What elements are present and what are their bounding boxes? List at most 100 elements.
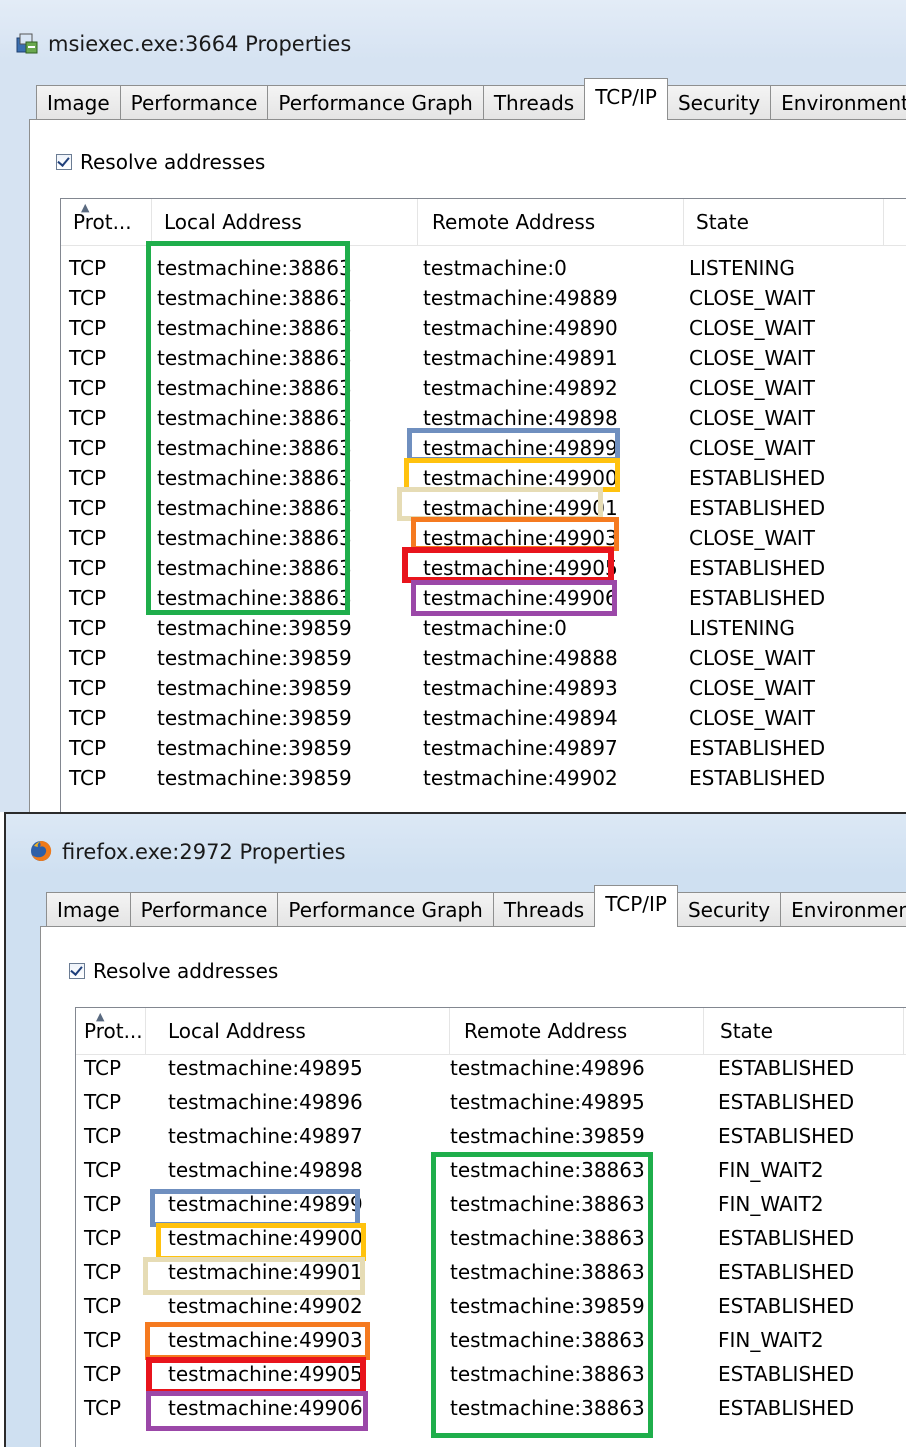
tab-strip: Image Performance Performance Graph Thre… <box>36 78 906 120</box>
cell-protocol: TCP <box>69 646 107 670</box>
highlight-box-orange <box>411 517 619 551</box>
resolve-addresses-row[interactable]: Resolve addresses <box>56 150 265 174</box>
tab-security[interactable]: Security <box>676 892 782 927</box>
sort-ascending-icon: ▲ <box>96 1010 105 1023</box>
column-header-local-address[interactable]: Local Address <box>152 199 418 245</box>
cell-remote-address: testmachine:49895 <box>450 1090 645 1114</box>
tab-image[interactable]: Image <box>36 85 121 120</box>
tab-security[interactable]: Security <box>666 85 772 120</box>
tab-performance[interactable]: Performance <box>119 85 269 120</box>
column-header-remote-address[interactable]: Remote Address <box>450 1008 704 1054</box>
tab-environment[interactable]: Environment <box>780 892 906 927</box>
cell-protocol: TCP <box>69 676 107 700</box>
tab-tcpip[interactable]: TCP/IP <box>594 885 678 927</box>
tab-image[interactable]: Image <box>46 892 131 927</box>
cell-state: CLOSE_WAIT <box>689 646 815 670</box>
column-header-protocol[interactable]: ▲ Prot... <box>61 199 152 245</box>
cell-protocol: TCP <box>84 1226 122 1250</box>
cell-state: ESTABLISHED <box>718 1260 855 1284</box>
tab-performance-graph[interactable]: Performance Graph <box>267 85 484 120</box>
column-header-state[interactable]: State <box>684 199 884 245</box>
highlight-box-yellow <box>156 1223 366 1261</box>
cell-protocol: TCP <box>69 346 107 370</box>
cell-local-address: testmachine:39859 <box>157 736 352 760</box>
cell-state: ESTABLISHED <box>689 766 826 790</box>
cell-state: CLOSE_WAIT <box>689 526 815 550</box>
table-row[interactable]: TCP testmachine:39859 testmachine:49894 CLO… <box>61 703 906 733</box>
cell-state: ESTABLISHED <box>718 1226 855 1250</box>
highlight-box-orange <box>145 1322 370 1360</box>
firefox-properties-window: firefox.exe:2972 Properties Image Perfor… <box>4 812 906 1447</box>
installer-icon <box>16 33 38 54</box>
column-header-local-address[interactable]: Local Address <box>146 1008 450 1054</box>
tab-tcpip[interactable]: TCP/IP <box>584 78 668 120</box>
cell-protocol: TCP <box>69 256 107 280</box>
column-header-remote-address[interactable]: Remote Address <box>418 199 684 245</box>
cell-state: CLOSE_WAIT <box>689 316 815 340</box>
tab-threads[interactable]: Threads <box>482 85 586 120</box>
cell-state: ESTABLISHED <box>718 1294 855 1318</box>
resolve-addresses-label: Resolve addresses <box>93 959 279 983</box>
cell-local-address: testmachine:49895 <box>168 1056 363 1080</box>
cell-protocol: TCP <box>84 1328 122 1352</box>
column-label: State <box>696 210 749 234</box>
window-title: msiexec.exe:3664 Properties <box>48 32 352 56</box>
highlight-box-blue <box>407 428 620 462</box>
cell-protocol: TCP <box>69 496 107 520</box>
table-row[interactable]: TCP testmachine:39859 testmachine:0 LISTENI… <box>61 613 906 643</box>
column-label: Local Address <box>168 1019 306 1043</box>
cell-state: ESTABLISHED <box>689 466 826 490</box>
title-bar[interactable]: msiexec.exe:3664 Properties <box>0 0 906 60</box>
cell-protocol: TCP <box>69 706 107 730</box>
column-label: Remote Address <box>432 210 596 234</box>
cell-protocol: TCP <box>69 526 107 550</box>
table-row[interactable]: TCP testmachine:39859 testmachine:49902 EST… <box>61 763 906 793</box>
tab-threads[interactable]: Threads <box>492 892 596 927</box>
resolve-addresses-checkbox[interactable] <box>56 154 72 170</box>
cell-protocol: TCP <box>84 1362 122 1386</box>
msiexec-properties-window: msiexec.exe:3664 Properties Image Perfor… <box>0 0 906 812</box>
cell-remote-address: testmachine:49898 <box>423 406 618 430</box>
table-row[interactable]: TCP testmachine:49896 testmachine:49895 EST… <box>76 1087 906 1121</box>
tab-environment[interactable]: Environment <box>770 85 906 120</box>
cell-protocol: TCP <box>84 1294 122 1318</box>
cell-local-address: testmachine:39859 <box>157 676 352 700</box>
title-bar[interactable]: firefox.exe:2972 Properties <box>6 814 906 874</box>
resolve-addresses-row[interactable]: Resolve addresses <box>69 959 278 983</box>
cell-local-address: testmachine:49897 <box>168 1124 363 1148</box>
cell-protocol: TCP <box>84 1192 122 1216</box>
cell-state: ESTABLISHED <box>718 1362 855 1386</box>
cell-state: FIN_WAIT2 <box>718 1192 824 1216</box>
cell-protocol: TCP <box>69 556 107 580</box>
table-row[interactable]: TCP testmachine:39859 testmachine:49888 CLO… <box>61 643 906 673</box>
cell-remote-address: testmachine:49889 <box>423 286 618 310</box>
cell-state: LISTENING <box>689 256 795 280</box>
tab-performance-graph[interactable]: Performance Graph <box>277 892 494 927</box>
table-row[interactable]: TCP testmachine:39859 testmachine:49893 CLO… <box>61 673 906 703</box>
table-row[interactable]: TCP testmachine:49897 testmachine:39859 EST… <box>76 1121 906 1155</box>
cell-local-address: testmachine:49898 <box>168 1158 363 1182</box>
cell-local-address: testmachine:39859 <box>157 766 352 790</box>
column-header-state[interactable]: State <box>704 1008 904 1054</box>
cell-protocol: TCP <box>69 406 107 430</box>
table-row[interactable]: TCP testmachine:49895 testmachine:49896 EST… <box>76 1053 906 1087</box>
cell-protocol: TCP <box>84 1396 122 1420</box>
tab-performance[interactable]: Performance <box>129 892 279 927</box>
cell-state: ESTABLISHED <box>718 1090 855 1114</box>
resolve-addresses-checkbox[interactable] <box>69 963 85 979</box>
list-header: ▲ Prot... Local Address Remote Address S… <box>76 1008 906 1055</box>
cell-state: FIN_WAIT2 <box>718 1328 824 1352</box>
cell-state: CLOSE_WAIT <box>689 286 815 310</box>
cell-remote-address: testmachine:49892 <box>423 376 618 400</box>
cell-local-address: testmachine:39859 <box>157 646 352 670</box>
table-row[interactable]: TCP testmachine:39859 testmachine:49897 EST… <box>61 733 906 763</box>
cell-state: ESTABLISHED <box>718 1056 855 1080</box>
cell-remote-address: testmachine:49896 <box>450 1056 645 1080</box>
column-header-protocol[interactable]: ▲ Prot... <box>76 1008 146 1054</box>
cell-remote-address: testmachine:49888 <box>423 646 618 670</box>
cell-remote-address: testmachine:49902 <box>423 766 618 790</box>
cell-remote-address: testmachine:49890 <box>423 316 618 340</box>
sort-ascending-icon: ▲ <box>81 201 90 214</box>
cell-protocol: TCP <box>69 376 107 400</box>
cell-state: CLOSE_WAIT <box>689 706 815 730</box>
